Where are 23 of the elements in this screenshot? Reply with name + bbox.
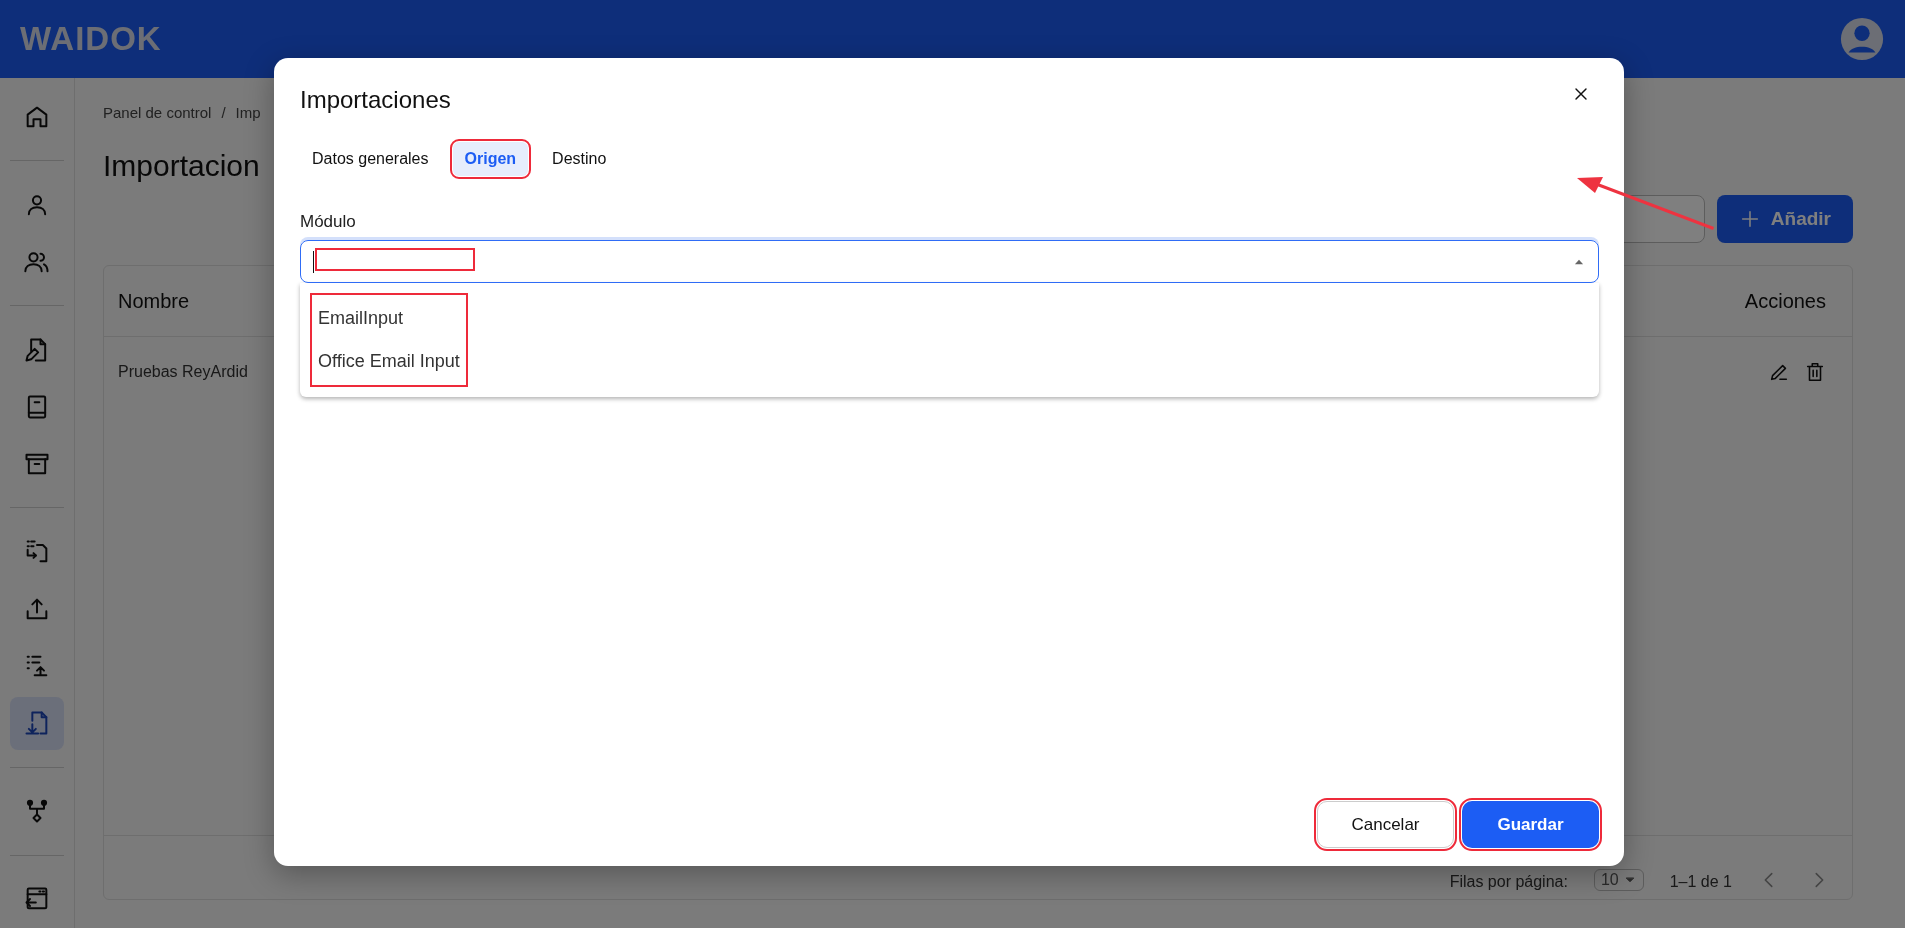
column-header: Acciones	[1744, 289, 1826, 313]
breadcrumb-link[interactable]: Imp	[235, 104, 261, 121]
dialog-title: Importaciones	[300, 86, 451, 114]
rows-per-page-select[interactable]: 10	[1593, 869, 1644, 891]
column-header: Nombre	[118, 289, 190, 313]
breadcrumb-link[interactable]: Panel de control	[103, 104, 212, 121]
trash-icon[interactable]	[1804, 361, 1826, 383]
tab[interactable]: Datos generales	[300, 142, 441, 176]
dropdown-option[interactable]: Office Email Input	[318, 340, 460, 383]
avatar-icon[interactable]	[1839, 16, 1885, 62]
save-button[interactable]: Guardar	[1462, 801, 1599, 848]
add-button[interactable]: Añadir	[1716, 195, 1853, 243]
dropdown-option[interactable]: EmailInput	[318, 297, 460, 340]
field-label: Módulo	[300, 212, 357, 232]
breadcrumb-separator: /	[221, 104, 226, 121]
sidebar-item[interactable]	[10, 696, 64, 750]
tab[interactable]: Origen	[452, 142, 529, 176]
tab[interactable]: Destino	[540, 142, 619, 176]
rows-per-page-label: Filas por página:	[1449, 873, 1568, 891]
page-range: 1–1 de 1	[1669, 873, 1732, 891]
cancel-button[interactable]: Cancelar	[1317, 801, 1454, 848]
table-cell: Pruebas ReyArdid	[118, 363, 248, 381]
page-title: Importacion	[103, 149, 260, 183]
